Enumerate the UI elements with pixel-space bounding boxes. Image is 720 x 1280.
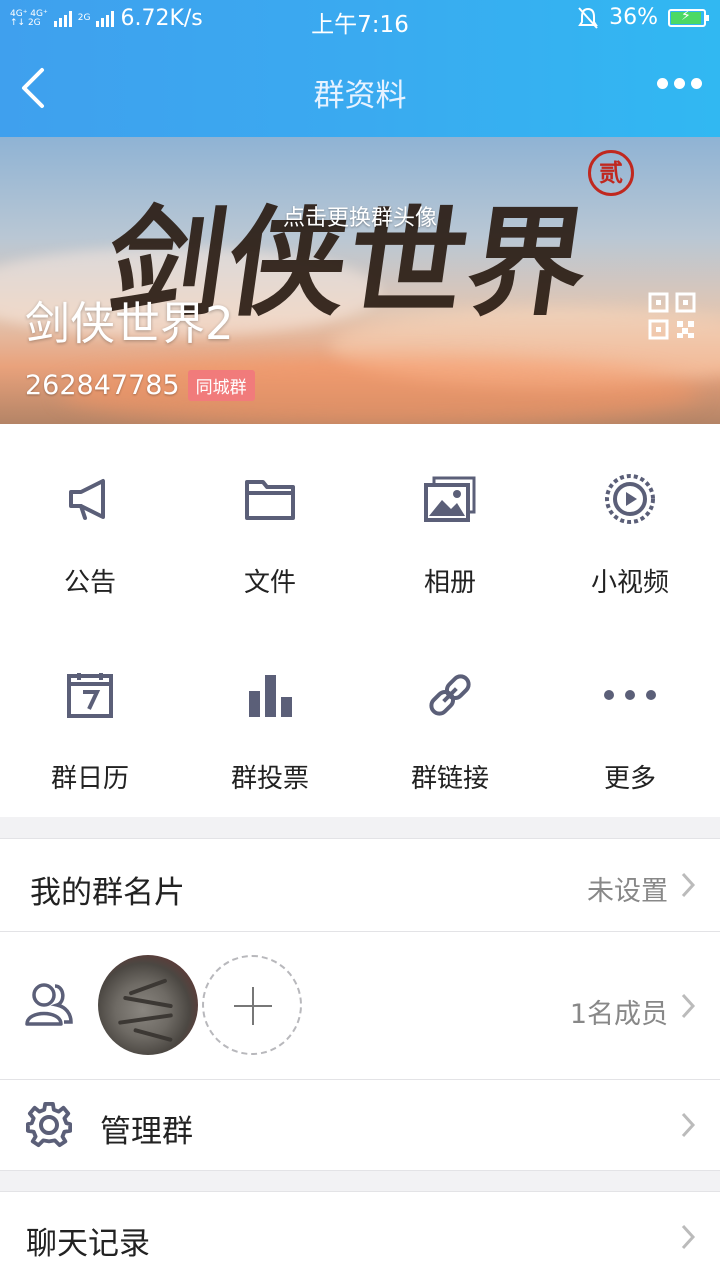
link-icon	[420, 665, 480, 725]
more-options-icon[interactable]	[657, 78, 702, 89]
group-id: 262847785	[25, 370, 180, 401]
photo-album-icon	[420, 469, 480, 529]
video-play-icon	[600, 469, 660, 529]
battery-icon: ⚡	[668, 8, 709, 27]
function-short-video[interactable]: 小视频	[540, 424, 720, 620]
chevron-right-icon	[681, 872, 696, 898]
chevron-right-icon	[681, 993, 696, 1019]
status-bar: 4G⁺ 4G⁺ ↑↓ 2G 2G 6.72K/s 上午7:16 36% ⚡	[0, 0, 720, 38]
member-avatar[interactable]	[98, 955, 198, 1055]
function-label: 群链接	[410, 764, 489, 794]
calendar-icon	[60, 665, 120, 725]
function-label: 群投票	[230, 764, 309, 794]
function-label: 更多	[603, 764, 656, 794]
manage-group-title: 管理群	[100, 1114, 193, 1150]
my-card-value: 未设置	[587, 876, 668, 907]
member-count: 1名成员	[569, 999, 668, 1030]
header-bar: 4G⁺ 4G⁺ ↑↓ 2G 2G 6.72K/s 上午7:16 36% ⚡ 群资…	[0, 0, 720, 137]
function-album[interactable]: 相册	[360, 424, 540, 620]
bar-chart-icon	[240, 665, 300, 725]
more-dots-icon	[600, 665, 660, 725]
members-icon	[25, 983, 73, 1026]
mute-bell-icon	[578, 6, 598, 29]
function-files[interactable]: 文件	[180, 424, 360, 620]
change-avatar-hint[interactable]: 点击更换群头像	[0, 200, 720, 232]
battery-percent: 36%	[609, 5, 658, 30]
group-id-row: 262847785 同城群	[25, 370, 255, 401]
group-name: 剑侠世界2	[25, 297, 234, 350]
function-announcement[interactable]: 公告	[0, 424, 180, 620]
function-calendar[interactable]: 群日历	[0, 620, 180, 816]
chat-history-title: 聊天记录	[26, 1226, 150, 1262]
status-right: 36% ⚡	[577, 5, 709, 30]
function-label: 文件	[243, 568, 296, 598]
row-divider	[0, 1170, 720, 1171]
gear-icon	[26, 1102, 72, 1148]
function-grid: 公告 文件 相册 小视频 群日历 群投票 群链接 更多	[0, 424, 720, 817]
folder-icon	[240, 469, 300, 529]
function-link[interactable]: 群链接	[360, 620, 540, 816]
function-label: 群日历	[50, 764, 129, 794]
chat-history-row[interactable]: 聊天记录	[0, 1192, 720, 1280]
my-group-card-row[interactable]: 我的群名片 未设置	[0, 839, 720, 931]
function-vote[interactable]: 群投票	[180, 620, 360, 816]
group-cover[interactable]: 剑侠世界 贰 点击更换群头像 剑侠世界2 262847785 同城群	[0, 137, 720, 424]
nav-bar: 群资料	[0, 38, 720, 137]
function-label: 公告	[63, 568, 116, 598]
city-group-badge: 同城群	[187, 370, 255, 401]
chevron-right-icon	[681, 1112, 696, 1138]
page-title: 群资料	[313, 78, 407, 114]
add-member-button[interactable]	[202, 955, 302, 1055]
function-label: 小视频	[590, 568, 669, 598]
megaphone-icon	[60, 469, 120, 529]
function-more[interactable]: 更多	[540, 620, 720, 816]
my-card-title: 我的群名片	[30, 875, 185, 911]
function-label: 相册	[423, 568, 476, 598]
chevron-right-icon	[681, 1224, 696, 1250]
manage-group-row[interactable]: 管理群	[0, 1080, 720, 1170]
cover-seal: 贰	[588, 150, 634, 196]
qr-code-icon[interactable]	[648, 292, 696, 340]
